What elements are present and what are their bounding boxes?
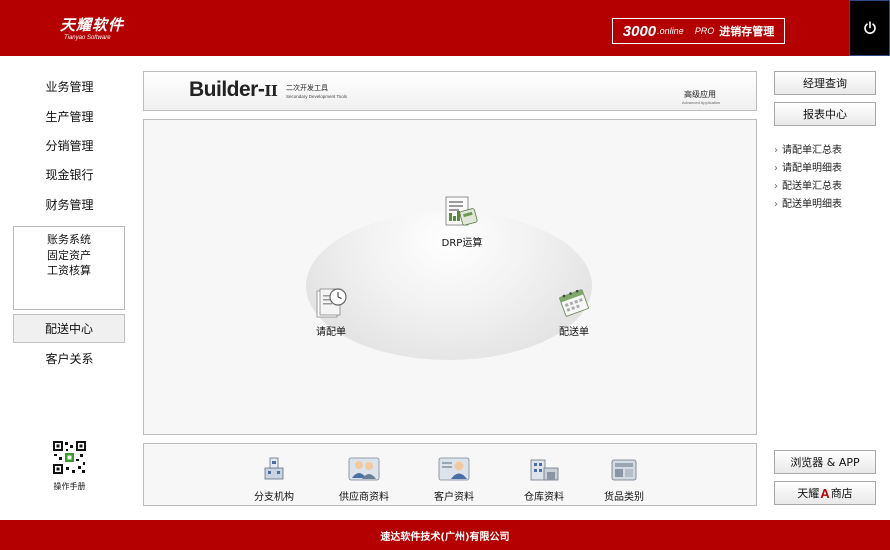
drp-label: DRP运算 bbox=[441, 238, 483, 249]
brand-logo: 天耀软件 Tianyao Software bbox=[60, 14, 124, 41]
supplier-icon bbox=[348, 457, 380, 481]
product-online: .online bbox=[657, 26, 684, 36]
submenu-accounting[interactable]: 账务系统 bbox=[14, 231, 124, 247]
product-category-icon bbox=[611, 459, 637, 481]
branch-icon bbox=[264, 457, 284, 480]
product-name: 进销存管理 bbox=[719, 25, 775, 38]
nav-business[interactable]: 业务管理 bbox=[14, 72, 125, 100]
report-link-request-summary[interactable]: › 请配单汇总表 bbox=[774, 141, 842, 156]
tool-suppliers[interactable]: 供应商资料 bbox=[329, 454, 399, 503]
builder-cn-subtitle: 二次开发工具 bbox=[286, 84, 328, 92]
chevron-right-icon: › bbox=[774, 163, 778, 174]
tool-branches-label: 分支机构 bbox=[254, 492, 294, 503]
submenu-payroll[interactable]: 工资核算 bbox=[14, 262, 124, 278]
tool-warehouses-label: 仓库资料 bbox=[524, 492, 564, 503]
report-link-request-detail[interactable]: › 请配单明细表 bbox=[774, 159, 842, 174]
finance-submenu: 账务系统 固定资产 工资核算 bbox=[13, 226, 125, 310]
workflow-panel: DRP运算 请配单 配送单 bbox=[143, 119, 757, 435]
nav-finance[interactable]: 财务管理 bbox=[14, 190, 125, 218]
report-link-delivery-summary[interactable]: › 配送单汇总表 bbox=[774, 177, 842, 192]
request-doc-icon bbox=[316, 288, 347, 318]
chevron-right-icon: › bbox=[774, 181, 778, 192]
advanced-app-en: Advanced Application bbox=[682, 100, 721, 105]
builder-title-main: Builder- bbox=[189, 78, 265, 101]
tool-suppliers-label: 供应商资料 bbox=[339, 492, 389, 503]
nav-cash-bank[interactable]: 现金银行 bbox=[14, 160, 125, 188]
request-label: 请配单 bbox=[316, 327, 346, 338]
nav-distribution[interactable]: 分销管理 bbox=[14, 131, 125, 159]
builder-title: Builder-II bbox=[189, 78, 278, 102]
app-store-button[interactable]: 天耀 A 商店 bbox=[774, 481, 876, 505]
power-icon bbox=[863, 21, 876, 34]
manual-label[interactable]: 操作手册 bbox=[40, 481, 99, 492]
power-button[interactable] bbox=[849, 0, 890, 56]
logo-subtext: Tianyao Software bbox=[64, 35, 111, 41]
footer-bar: 速达软件技术(广州)有限公司 bbox=[0, 520, 890, 550]
tool-customers-label: 客户资料 bbox=[434, 492, 474, 503]
manager-query-button[interactable]: 经理查询 bbox=[774, 71, 876, 95]
submenu-fixed-assets[interactable]: 固定资产 bbox=[14, 247, 124, 263]
store-a-logo-icon: A bbox=[820, 485, 830, 501]
report-center-button[interactable]: 报表中心 bbox=[774, 102, 876, 126]
store-prefix: 天耀 bbox=[797, 487, 820, 500]
tool-customers[interactable]: 客户资料 bbox=[419, 454, 489, 503]
advanced-app-label: 高级应用 bbox=[684, 90, 716, 99]
company-name: 速达软件技术(广州)有限公司 bbox=[380, 531, 510, 543]
logo-text: 天耀软件 bbox=[60, 16, 125, 34]
drp-node[interactable]: DRP运算 bbox=[432, 194, 492, 249]
chevron-right-icon: › bbox=[774, 145, 778, 156]
delivery-label: 配送单 bbox=[559, 327, 589, 338]
product-edition: PRO bbox=[694, 26, 715, 36]
report-link-label: 配送单汇总表 bbox=[782, 181, 842, 192]
store-suffix: 商店 bbox=[830, 487, 853, 500]
tool-warehouses[interactable]: 仓库资料 bbox=[509, 454, 579, 503]
report-link-delivery-detail[interactable]: › 配送单明细表 bbox=[774, 195, 842, 210]
browser-app-button[interactable]: 浏览器 & APP bbox=[774, 450, 876, 474]
request-node[interactable]: 请配单 bbox=[301, 285, 361, 338]
nav-production[interactable]: 生产管理 bbox=[14, 102, 125, 130]
report-link-label: 配送单明细表 bbox=[782, 199, 842, 210]
report-link-label: 请配单明细表 bbox=[782, 163, 842, 174]
tool-branches[interactable]: 分支机构 bbox=[239, 454, 309, 503]
builder-en-subtitle: Secondary Development Tools bbox=[286, 94, 347, 99]
product-badge: 3000 .online PRO 进销存管理 bbox=[612, 18, 785, 44]
builder-title-numeral: II bbox=[264, 82, 278, 100]
nav-delivery-center[interactable]: 配送中心 bbox=[13, 314, 125, 343]
nav-customer-relations[interactable]: 客户关系 bbox=[14, 344, 125, 372]
delivery-node[interactable]: 配送单 bbox=[544, 285, 604, 338]
base-data-toolbar: 分支机构 供应商资料 客户资料 仓库资料 货品类别 bbox=[143, 443, 757, 506]
tool-product-categories-label: 货品类别 bbox=[604, 492, 644, 503]
product-number: 3000 bbox=[622, 22, 657, 40]
chevron-right-icon: › bbox=[774, 199, 778, 210]
qr-code-icon[interactable] bbox=[52, 440, 87, 475]
warehouse-icon bbox=[530, 459, 559, 481]
header-bar: 天耀软件 Tianyao Software 3000 .online PRO 进… bbox=[0, 0, 890, 56]
builder-banner[interactable]: Builder-II 二次开发工具 Secondary Development … bbox=[143, 71, 757, 111]
report-link-label: 请配单汇总表 bbox=[782, 145, 842, 156]
tool-product-categories[interactable]: 货品类别 bbox=[589, 454, 659, 503]
drp-calc-icon bbox=[445, 196, 478, 226]
delivery-calendar-icon bbox=[559, 289, 589, 317]
customer-icon bbox=[438, 457, 470, 481]
